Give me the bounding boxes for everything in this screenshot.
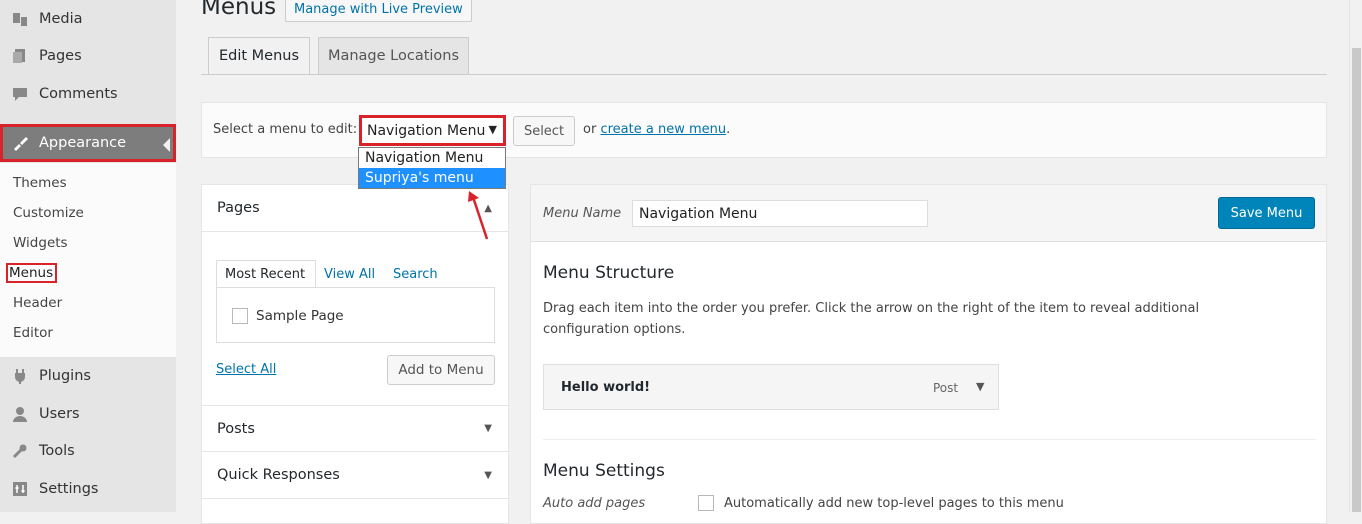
comments-icon [10,84,30,104]
tab-divider [201,74,1327,75]
sidebar-item-tools[interactable]: Tools [0,432,176,469]
sidebar-item-media[interactable]: Media [0,0,176,37]
pages-icon [10,46,30,66]
submenu-editor[interactable]: Editor [13,325,53,341]
menu-structure-description: Drag each item into the order you prefer… [543,301,1200,337]
admin-sidebar: Media Pages Comments Appearance Themes C… [0,0,176,512]
select-button[interactable]: Select [513,116,575,146]
accordion-quick-responses[interactable]: Quick Responses ▼ [202,452,508,499]
submenu-widgets[interactable]: Widgets [13,235,68,251]
sidebar-item-label: Settings [39,480,99,497]
tab-view-all[interactable]: View All [324,260,375,288]
sidebar-item-label: Comments [39,85,118,102]
scrollbar-thumb[interactable] [1352,48,1361,512]
sidebar-item-label: Plugins [39,367,91,384]
menu-item-type: Post [933,381,959,395]
sidebar-item-settings[interactable]: Settings [0,470,176,507]
submenu-header[interactable]: Header [13,295,62,311]
sidebar-item-label: Tools [39,442,75,459]
tab-search[interactable]: Search [393,260,438,288]
submenu-themes[interactable]: Themes [13,175,67,191]
menu-editor-header: Menu Name Save Menu [531,185,1326,242]
menu-name-input[interactable] [632,200,928,227]
save-menu-button[interactable]: Save Menu [1218,197,1315,229]
expand-arrow-icon[interactable]: ▼ [484,470,492,481]
select-menu-label: Select a menu to edit: [213,122,358,137]
pages-checklist: Sample Page [216,287,495,343]
menu-item[interactable]: Hello world! Post ▼ [543,364,999,410]
or-label: or [583,122,597,137]
expand-arrow-icon[interactable]: ▼ [484,423,492,434]
appearance-brush-icon [10,133,30,153]
tools-icon [10,441,30,461]
live-preview-button[interactable]: Manage with Live Preview [285,0,472,22]
accordion-title: Pages [217,200,260,216]
page-title: Menus [201,0,277,20]
create-menu-text: or create a new menu. [583,122,730,137]
media-icon [10,9,30,29]
submenu-menus[interactable]: Menus [6,263,58,283]
auto-add-pages-checkbox[interactable] [698,495,714,511]
sidebar-item-label: Users [39,405,80,422]
annotation-arrow-icon [468,191,489,240]
menu-structure-title: Menu Structure [543,263,675,283]
sidebar-item-users[interactable]: Users [0,395,176,432]
divider [543,439,1316,440]
menu-settings-title: Menu Settings [543,461,665,481]
users-icon [10,404,30,424]
appearance-submenu: Themes Customize Widgets Menus Header Ed… [0,163,176,357]
menu-select-options: Navigation Menu Supriya's menu [358,147,506,189]
submenu-customize[interactable]: Customize [13,205,84,221]
menu-editor-panel: Menu Name Save Menu Menu Structure Drag … [530,184,1327,524]
caret-down-icon: ▼ [488,123,497,136]
sample-page-label[interactable]: Sample Page [256,308,344,324]
tab-edit-menus[interactable]: Edit Menus [208,37,310,75]
sidebar-item-label: Appearance [39,135,127,151]
sidebar-item-appearance[interactable]: Appearance [0,124,176,162]
sidebar-item-label: Pages [39,47,82,64]
settings-icon [10,479,30,499]
auto-add-pages-text[interactable]: Automatically add new top-level pages to… [724,496,1064,511]
menu-name-label: Menu Name [543,206,622,221]
sidebar-item-label: Media [39,10,83,27]
sample-page-checkbox[interactable] [232,308,248,324]
page-scrollbar[interactable] [1349,0,1362,512]
menu-select-dropdown[interactable]: Navigation Menu ▼ [359,115,506,146]
sidebar-item-plugins[interactable]: Plugins [0,357,176,394]
auto-add-pages-label: Auto add pages [543,496,646,511]
accordion-title: Posts [217,420,255,437]
sidebar-item-comments[interactable]: Comments [0,75,176,112]
plugins-icon [10,366,30,386]
accordion-pages[interactable]: Pages ▲ [202,185,508,232]
accordion-title: Quick Responses [217,467,340,483]
accordion-posts[interactable]: Posts ▼ [202,405,508,452]
menu-item-title: Hello world! [561,380,651,395]
option-supriyas-menu[interactable]: Supriya's menu [359,168,505,188]
select-all-link[interactable]: Select All [216,362,276,377]
menu-select-value: Navigation Menu [367,122,486,139]
option-navigation-menu[interactable]: Navigation Menu [359,148,505,168]
tab-most-recent[interactable]: Most Recent [216,260,316,289]
expand-arrow-icon[interactable]: ▼ [976,380,984,393]
create-new-menu-link[interactable]: create a new menu [600,122,726,137]
add-to-menu-button[interactable]: Add to Menu [387,355,495,385]
current-indicator-arrow [163,138,170,152]
add-menu-items-panel: Pages ▲ Most Recent View All Search Samp… [201,184,509,524]
sidebar-item-pages[interactable]: Pages [0,37,176,74]
tab-manage-locations[interactable]: Manage Locations [318,37,469,75]
period: . [726,122,731,137]
